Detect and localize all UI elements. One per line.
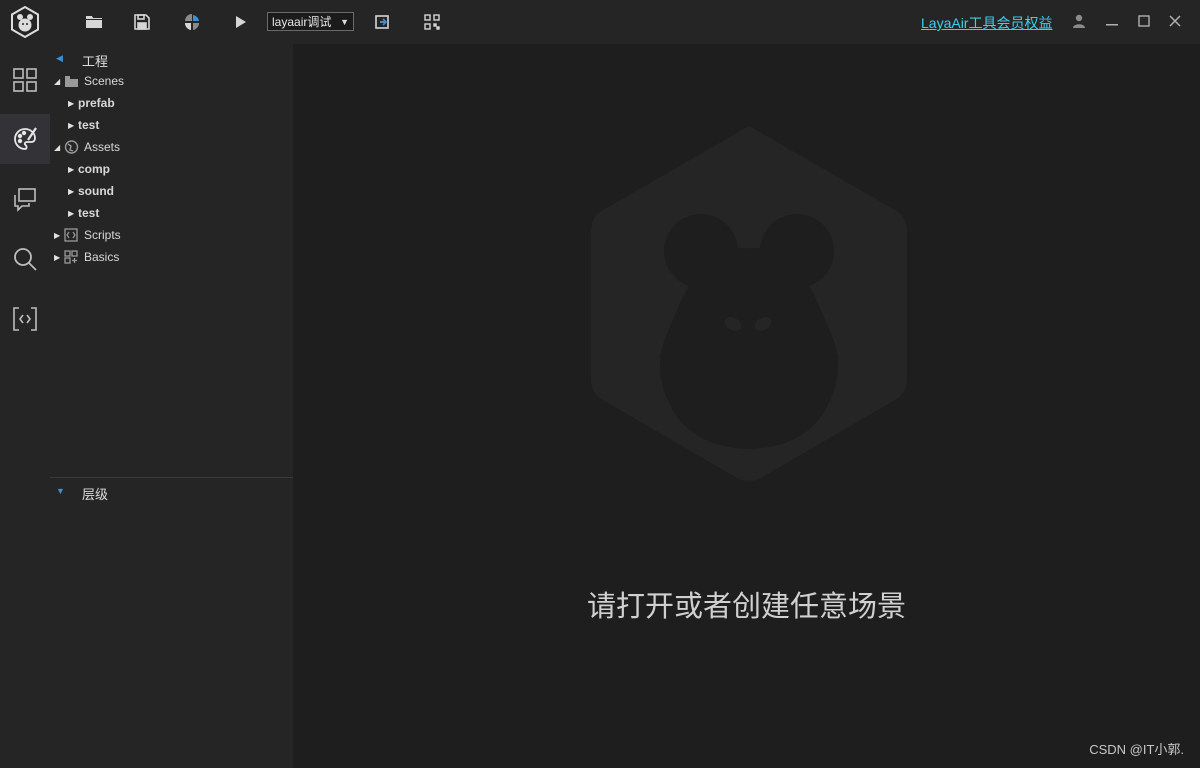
collapsed-caret-icon: ▶	[68, 120, 75, 130]
tree-label: Scenes	[84, 74, 125, 88]
tree-label: Basics	[84, 250, 120, 264]
play-icon[interactable]	[230, 12, 250, 32]
open-folder-icon[interactable]	[84, 12, 104, 32]
chevron-down-icon: ▼	[340, 17, 349, 27]
scene-editor-area: 请打开或者创建任意场景 CSDN @IT小郭.	[293, 44, 1200, 768]
tree-label: comp	[78, 162, 111, 176]
tree-item-prefab[interactable]: ▶ prefab	[68, 93, 115, 113]
palette-icon[interactable]	[0, 114, 50, 164]
project-panel-title: 工程	[82, 54, 109, 69]
tree-item-assets[interactable]: ◢ Assets	[54, 137, 120, 157]
tree-item-comp[interactable]: ▶ comp	[68, 159, 110, 179]
grid-icon[interactable]	[0, 55, 50, 105]
collapsed-caret-icon: ▶	[68, 208, 75, 218]
activity-bar	[0, 0, 50, 768]
collapsed-caret-icon: ▶	[68, 186, 75, 196]
chat-icon[interactable]	[0, 174, 50, 224]
qrcode-icon[interactable]	[422, 12, 442, 32]
tree-item-scenes[interactable]: ◢ Scenes	[54, 71, 124, 91]
code-icon[interactable]	[0, 294, 50, 344]
empty-scene-hint: 请打开或者创建任意场景	[586, 589, 906, 623]
tree-label: test	[78, 118, 100, 132]
panel-divider[interactable]	[50, 477, 293, 478]
clapper-icon	[64, 74, 79, 88]
tree-item-sound[interactable]: ▶ sound	[68, 181, 114, 201]
tree-label: prefab	[78, 96, 115, 110]
minimize-icon[interactable]	[1102, 11, 1122, 31]
top-toolbar: layaair调试 ▼ LayaAir工具会员权益	[50, 0, 1200, 44]
globe-icon	[64, 140, 79, 154]
collapsed-caret-icon: ▶	[68, 98, 75, 108]
user-icon[interactable]	[1069, 11, 1089, 31]
debug-target-value: layaair调试	[272, 15, 332, 29]
tree-label: Assets	[84, 140, 121, 154]
hierarchy-panel-title: 层级	[82, 487, 109, 502]
expanded-caret-icon: ◢	[54, 142, 61, 152]
tree-label: sound	[78, 184, 114, 198]
collapse-triangle-icon[interactable]: ◀	[56, 53, 63, 64]
collapsed-caret-icon: ▶	[54, 252, 61, 262]
csdn-watermark: CSDN @IT小郭.	[1089, 742, 1184, 757]
expand-triangle-icon[interactable]: ▼	[56, 486, 65, 496]
member-benefits-link[interactable]: LayaAir工具会员权益	[921, 13, 1052, 33]
tree-item-scripts[interactable]: ▶ Scripts	[54, 225, 121, 245]
script-icon	[64, 228, 79, 242]
tree-item-test[interactable]: ▶ test	[68, 115, 99, 135]
tree-item-test[interactable]: ▶ test	[68, 203, 99, 223]
tree-label: Scripts	[84, 228, 121, 242]
components-icon	[64, 250, 79, 264]
tree-label: test	[78, 206, 100, 220]
search-icon[interactable]	[0, 234, 50, 284]
expanded-caret-icon: ◢	[54, 76, 61, 86]
collapsed-caret-icon: ▶	[54, 230, 61, 240]
maximize-icon[interactable]	[1134, 11, 1154, 31]
save-icon[interactable]	[132, 12, 152, 32]
collapsed-caret-icon: ▶	[68, 164, 75, 174]
laya-logo-icon	[9, 5, 41, 39]
project-panel: ◀ 工程 ◢ Scenes ▶ prefab ▶ test ◢ Assets ▶…	[50, 44, 293, 768]
debug-target-select[interactable]: layaair调试 ▼	[267, 12, 354, 31]
export-icon[interactable]	[372, 12, 392, 32]
publish-icon[interactable]	[182, 12, 202, 32]
tree-item-basics[interactable]: ▶ Basics	[54, 247, 119, 267]
close-icon[interactable]	[1165, 11, 1185, 31]
laya-watermark-logo-icon	[591, 126, 907, 481]
